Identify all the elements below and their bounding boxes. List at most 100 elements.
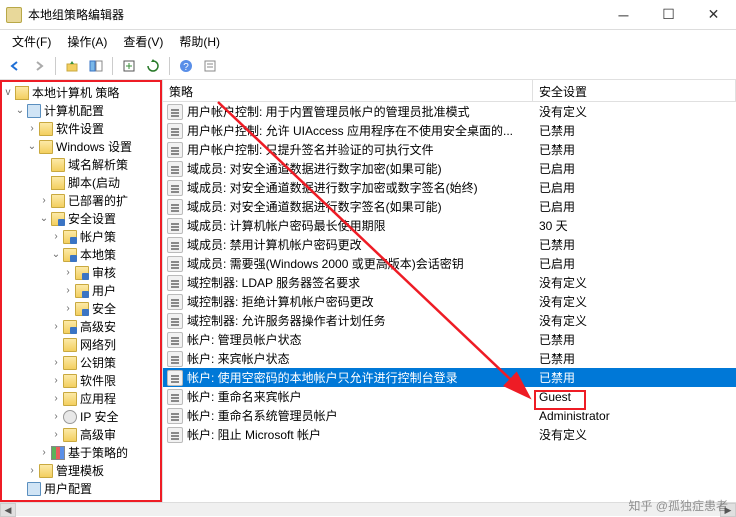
policy-row[interactable]: 帐户: 重命名来宾帐户Guest <box>163 387 736 406</box>
expander-icon[interactable]: › <box>26 462 38 480</box>
menu-bar: 文件(F) 操作(A) 查看(V) 帮助(H) <box>0 30 736 52</box>
policy-name: 帐户: 来宾帐户状态 <box>187 350 533 367</box>
policy-row[interactable]: 用户帐户控制: 只提升签名并验证的可执行文件已禁用 <box>163 140 736 159</box>
scroll-left-button[interactable]: ◀ <box>0 503 16 517</box>
expander-icon[interactable]: ⌄ <box>38 210 50 228</box>
expander-icon[interactable]: › <box>26 120 38 138</box>
show-hide-tree-button[interactable] <box>85 55 107 77</box>
menu-help[interactable]: 帮助(H) <box>171 31 228 52</box>
expander-icon[interactable]: › <box>50 228 62 246</box>
tree-node[interactable]: ›IP 安全 <box>2 408 160 426</box>
up-button[interactable] <box>61 55 83 77</box>
policy-row[interactable]: 用户帐户控制: 允许 UIAccess 应用程序在不使用安全桌面的...已禁用 <box>163 121 736 140</box>
policy-row[interactable]: 帐户: 阻止 Microsoft 帐户没有定义 <box>163 425 736 444</box>
horizontal-scrollbar[interactable]: ◀ ▶ <box>0 502 736 516</box>
tree-node[interactable]: › 已部署的扩 <box>2 192 160 210</box>
expander-icon[interactable]: › <box>50 426 62 444</box>
tree-label: 软件设置 <box>56 120 104 138</box>
tree-node[interactable]: ›高级安 <box>2 318 160 336</box>
tree-node[interactable]: 网络列 <box>2 336 160 354</box>
policy-name: 帐户: 管理员帐户状态 <box>187 331 533 348</box>
policy-name: 帐户: 使用空密码的本地帐户只允许进行控制台登录 <box>187 369 533 386</box>
properties-button[interactable] <box>199 55 221 77</box>
tree-node[interactable]: › 审核 <box>2 264 160 282</box>
menu-action[interactable]: 操作(A) <box>59 31 115 52</box>
tree-node[interactable]: ⌄本地策 <box>2 246 160 264</box>
policy-row[interactable]: 帐户: 重命名系统管理员帐户Administrator <box>163 406 736 425</box>
policy-setting: Administrator <box>533 409 736 423</box>
tree-node[interactable]: ›管理模板 <box>2 462 160 480</box>
tree-node[interactable]: ⌄安全设置 <box>2 210 160 228</box>
policy-row[interactable]: 域成员: 禁用计算机帐户密码更改已禁用 <box>163 235 736 254</box>
menu-view[interactable]: 查看(V) <box>115 31 171 52</box>
expander-icon[interactable]: › <box>62 300 74 318</box>
expander-icon[interactable]: ⌄ <box>26 138 38 156</box>
tree-node[interactable]: ›软件限 <box>2 372 160 390</box>
expander-icon[interactable]: › <box>50 408 62 426</box>
tree-root-node[interactable]: v本地计算机 策略 <box>2 84 160 102</box>
policy-row[interactable]: 帐户: 来宾帐户状态已禁用 <box>163 349 736 368</box>
expander-icon[interactable]: › <box>50 354 62 372</box>
help-button[interactable]: ? <box>175 55 197 77</box>
maximize-button[interactable]: ☐ <box>646 0 691 30</box>
policy-icon <box>15 86 29 100</box>
policy-row[interactable]: 用户帐户控制: 用于内置管理员帐户的管理员批准模式没有定义 <box>163 102 736 121</box>
export-button[interactable] <box>118 55 140 77</box>
policy-setting: 没有定义 <box>533 274 736 291</box>
back-button[interactable] <box>4 55 26 77</box>
policy-row[interactable]: 域控制器: LDAP 服务器签名要求没有定义 <box>163 273 736 292</box>
expander-icon[interactable]: › <box>50 372 62 390</box>
tree-node[interactable]: ›基于策略的 <box>2 444 160 462</box>
expander-icon[interactable]: › <box>38 444 50 462</box>
policy-item-icon <box>167 199 183 215</box>
policy-row[interactable]: 域控制器: 拒绝计算机帐户密码更改没有定义 <box>163 292 736 311</box>
policy-name: 用户帐户控制: 用于内置管理员帐户的管理员批准模式 <box>187 103 533 120</box>
policy-name: 域成员: 禁用计算机帐户密码更改 <box>187 236 533 253</box>
minimize-button[interactable]: ─ <box>601 0 646 30</box>
policy-row[interactable]: 帐户: 管理员帐户状态已禁用 <box>163 330 736 349</box>
tree-node[interactable]: ⌄ Windows 设置 <box>2 138 160 156</box>
tree-label: Windows 设置 <box>56 138 132 156</box>
tree-node[interactable]: › 软件设置 <box>2 120 160 138</box>
tree-label: 已部署的扩 <box>68 192 128 210</box>
policy-row[interactable]: 域控制器: 允许服务器操作者计划任务没有定义 <box>163 311 736 330</box>
tree-node[interactable]: 脚本(启动 <box>2 174 160 192</box>
tree-node[interactable]: 域名解析策 <box>2 156 160 174</box>
expander-icon[interactable]: › <box>50 318 62 336</box>
expander-icon[interactable]: › <box>38 192 50 210</box>
policy-name: 域成员: 对安全通道数据进行数字加密或数字签名(始终) <box>187 179 533 196</box>
policy-row[interactable]: 域成员: 对安全通道数据进行数字加密(如果可能)已启用 <box>163 159 736 178</box>
tree-node[interactable]: ›公钥策 <box>2 354 160 372</box>
tree-label: 审核 <box>92 264 116 282</box>
expander-icon[interactable]: ⌄ <box>14 102 26 120</box>
policy-row[interactable]: 域成员: 对安全通道数据进行数字加密或数字签名(始终)已启用 <box>163 178 736 197</box>
tree-node[interactable]: 用户配置 <box>2 480 160 498</box>
policy-row[interactable]: 域成员: 需要强(Windows 2000 或更高版本)会话密钥已启用 <box>163 254 736 273</box>
expander-icon[interactable]: ⌄ <box>50 246 62 264</box>
tree-node[interactable]: ›应用程 <box>2 390 160 408</box>
tree-node[interactable]: ⌄计算机配置 <box>2 102 160 120</box>
policy-name: 帐户: 重命名系统管理员帐户 <box>187 407 533 424</box>
policy-row[interactable]: 域成员: 对安全通道数据进行数字签名(如果可能)已启用 <box>163 197 736 216</box>
list-body[interactable]: 用户帐户控制: 用于内置管理员帐户的管理员批准模式没有定义用户帐户控制: 允许 … <box>163 102 736 502</box>
expander-icon[interactable]: › <box>50 390 62 408</box>
policy-name: 帐户: 重命名来宾帐户 <box>187 388 533 405</box>
menu-file[interactable]: 文件(F) <box>4 31 59 52</box>
refresh-button[interactable] <box>142 55 164 77</box>
policy-row[interactable]: 帐户: 使用空密码的本地帐户只允许进行控制台登录已禁用 <box>163 368 736 387</box>
tree-pane[interactable]: v本地计算机 策略⌄计算机配置›软件设置⌄Windows 设置域名解析策脚本(启… <box>0 80 162 502</box>
policy-item-icon <box>167 313 183 329</box>
tree-node[interactable]: ›帐户策 <box>2 228 160 246</box>
column-policy[interactable]: 策略 <box>163 80 533 101</box>
expander-icon[interactable]: › <box>62 264 74 282</box>
column-setting[interactable]: 安全设置 <box>533 80 736 101</box>
tree-label: 域名解析策 <box>68 156 128 174</box>
expander-icon[interactable]: › <box>62 282 74 300</box>
policy-row[interactable]: 域成员: 计算机帐户密码最长使用期限30 天 <box>163 216 736 235</box>
tree-node[interactable]: ›用户 <box>2 282 160 300</box>
tree-node[interactable]: ›安全 <box>2 300 160 318</box>
folder <box>51 194 65 208</box>
close-button[interactable]: ✕ <box>691 0 736 30</box>
tree-node[interactable]: ›高级审 <box>2 426 160 444</box>
forward-button[interactable] <box>28 55 50 77</box>
